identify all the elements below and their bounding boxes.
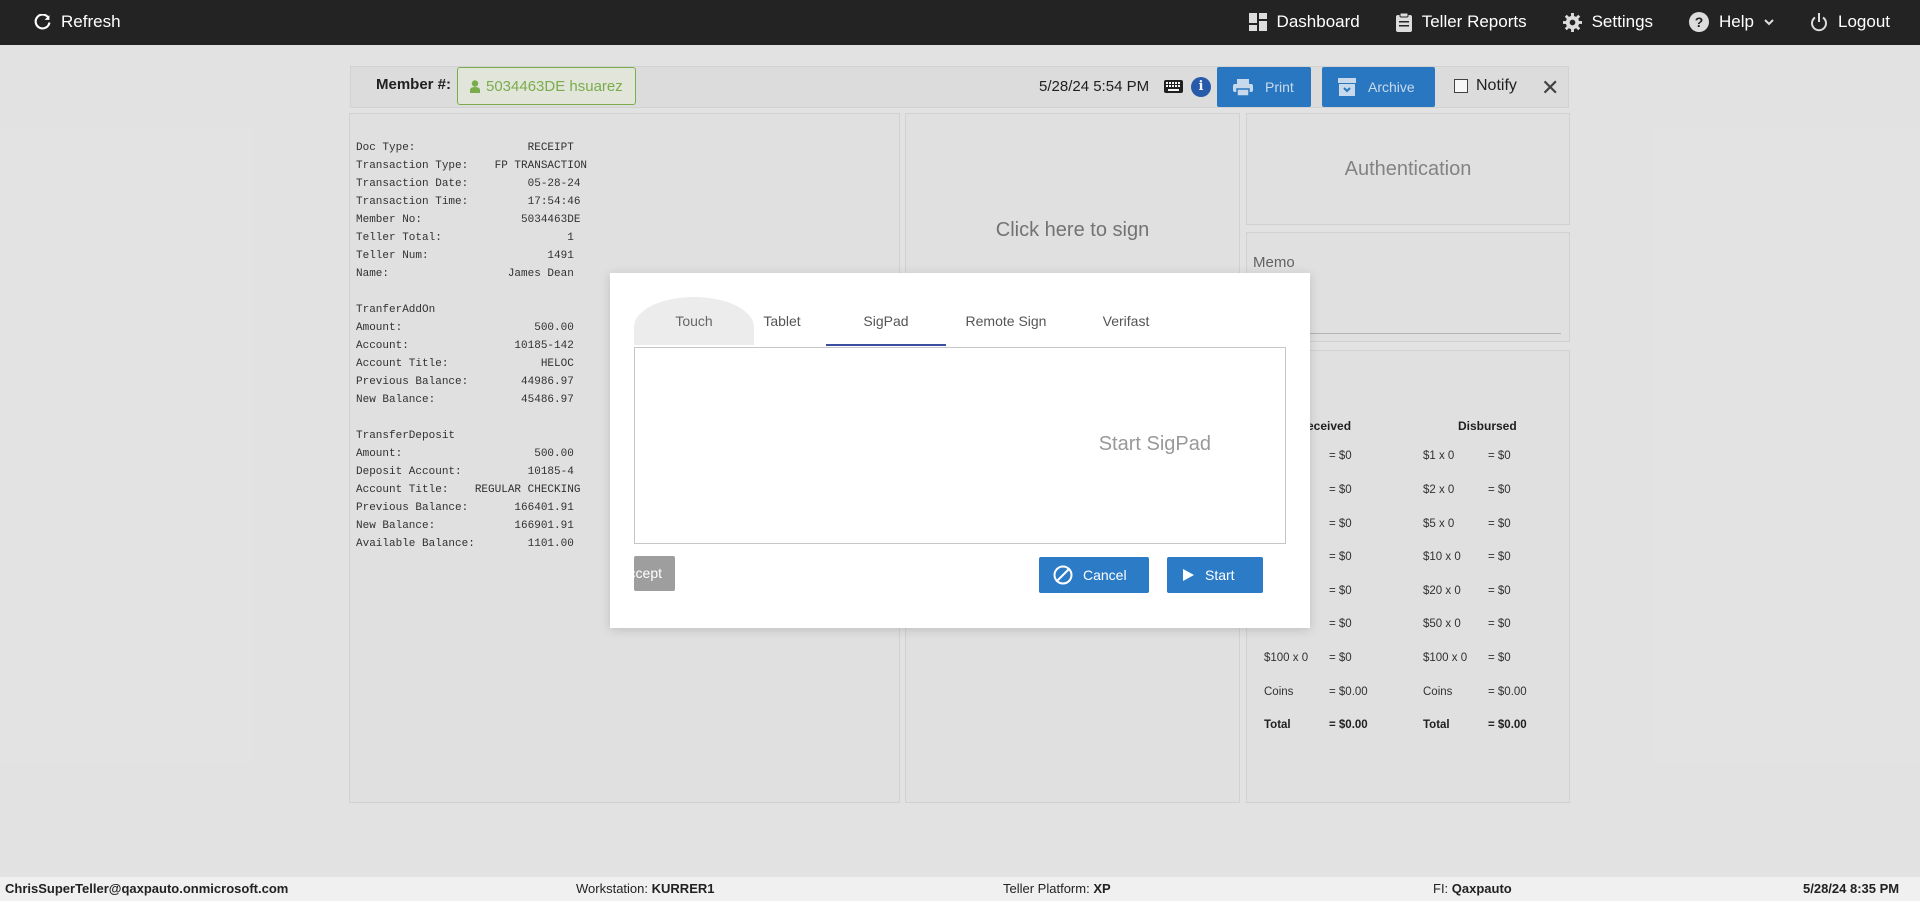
status-platform: Teller Platform: XP bbox=[1003, 881, 1111, 896]
nav-logout-label: Logout bbox=[1838, 12, 1890, 31]
nav-help[interactable]: ? Help bbox=[1689, 12, 1774, 32]
status-bar: ChrisSuperTeller@qaxpauto.onmicrosoft.co… bbox=[0, 877, 1920, 901]
status-workstation: Workstation: KURRER1 bbox=[576, 881, 714, 896]
nav-dashboard-label: Dashboard bbox=[1276, 12, 1360, 31]
refresh-label: Refresh bbox=[61, 12, 121, 31]
fi-label: FI: bbox=[1433, 881, 1449, 896]
nav-settings-label: Settings bbox=[1591, 12, 1654, 31]
tab-tablet[interactable]: Tablet bbox=[722, 297, 842, 345]
status-fi: FI: Qaxpauto bbox=[1433, 881, 1512, 896]
tab-sigpad[interactable]: SigPad bbox=[826, 297, 946, 345]
signature-tabs: Touch Tablet SigPad Remote Sign Verifast bbox=[634, 297, 1274, 347]
help-icon: ? bbox=[1689, 12, 1710, 32]
cancel-label: Cancel bbox=[1083, 567, 1127, 583]
workstation-value: KURRER1 bbox=[651, 881, 715, 896]
fi-value: Qaxpauto bbox=[1451, 881, 1512, 896]
signature-area[interactable]: Start SigPad bbox=[634, 347, 1286, 544]
workstation-label: Workstation: bbox=[576, 881, 649, 896]
nav-settings[interactable]: Settings bbox=[1562, 12, 1654, 32]
refresh-button[interactable]: Refresh bbox=[34, 12, 121, 32]
chevron-down-icon bbox=[1764, 19, 1774, 26]
nav-help-label: Help bbox=[1719, 12, 1754, 31]
nav-teller-reports[interactable]: Teller Reports bbox=[1395, 12, 1527, 32]
svg-text:?: ? bbox=[1695, 14, 1704, 30]
nav-logout[interactable]: Logout bbox=[1810, 12, 1890, 32]
cancel-button[interactable]: Cancel bbox=[1039, 557, 1149, 593]
dashboard-icon bbox=[1248, 13, 1267, 31]
gear-icon bbox=[1562, 12, 1582, 32]
platform-label: Teller Platform: bbox=[1003, 881, 1090, 896]
refresh-icon bbox=[34, 13, 51, 29]
nav-dashboard[interactable]: Dashboard bbox=[1248, 12, 1360, 32]
power-icon bbox=[1811, 12, 1827, 31]
nav-teller-reports-label: Teller Reports bbox=[1421, 12, 1527, 31]
platform-value: XP bbox=[1093, 881, 1111, 896]
tab-remote-sign[interactable]: Remote Sign bbox=[946, 297, 1066, 345]
play-icon bbox=[1183, 569, 1194, 581]
accept-label: ccept bbox=[634, 565, 662, 581]
tab-verifast[interactable]: Verifast bbox=[1066, 297, 1186, 345]
top-nav-bar: Refresh Dashboard Teller Reports Setting… bbox=[0, 0, 1920, 45]
sigpad-hint: Start SigPad bbox=[1098, 433, 1211, 455]
cancel-icon bbox=[1053, 565, 1073, 585]
start-label: Start bbox=[1205, 567, 1235, 583]
start-button[interactable]: Start bbox=[1167, 557, 1263, 593]
clipboard-icon bbox=[1395, 12, 1412, 32]
status-user: ChrisSuperTeller@qaxpauto.onmicrosoft.co… bbox=[5, 881, 289, 896]
status-datetime: 5/28/24 8:35 PM bbox=[1803, 881, 1900, 896]
accept-button[interactable]: ccept bbox=[634, 556, 675, 591]
signature-modal: Touch Tablet SigPad Remote Sign Verifast Sta… bbox=[610, 273, 1310, 628]
